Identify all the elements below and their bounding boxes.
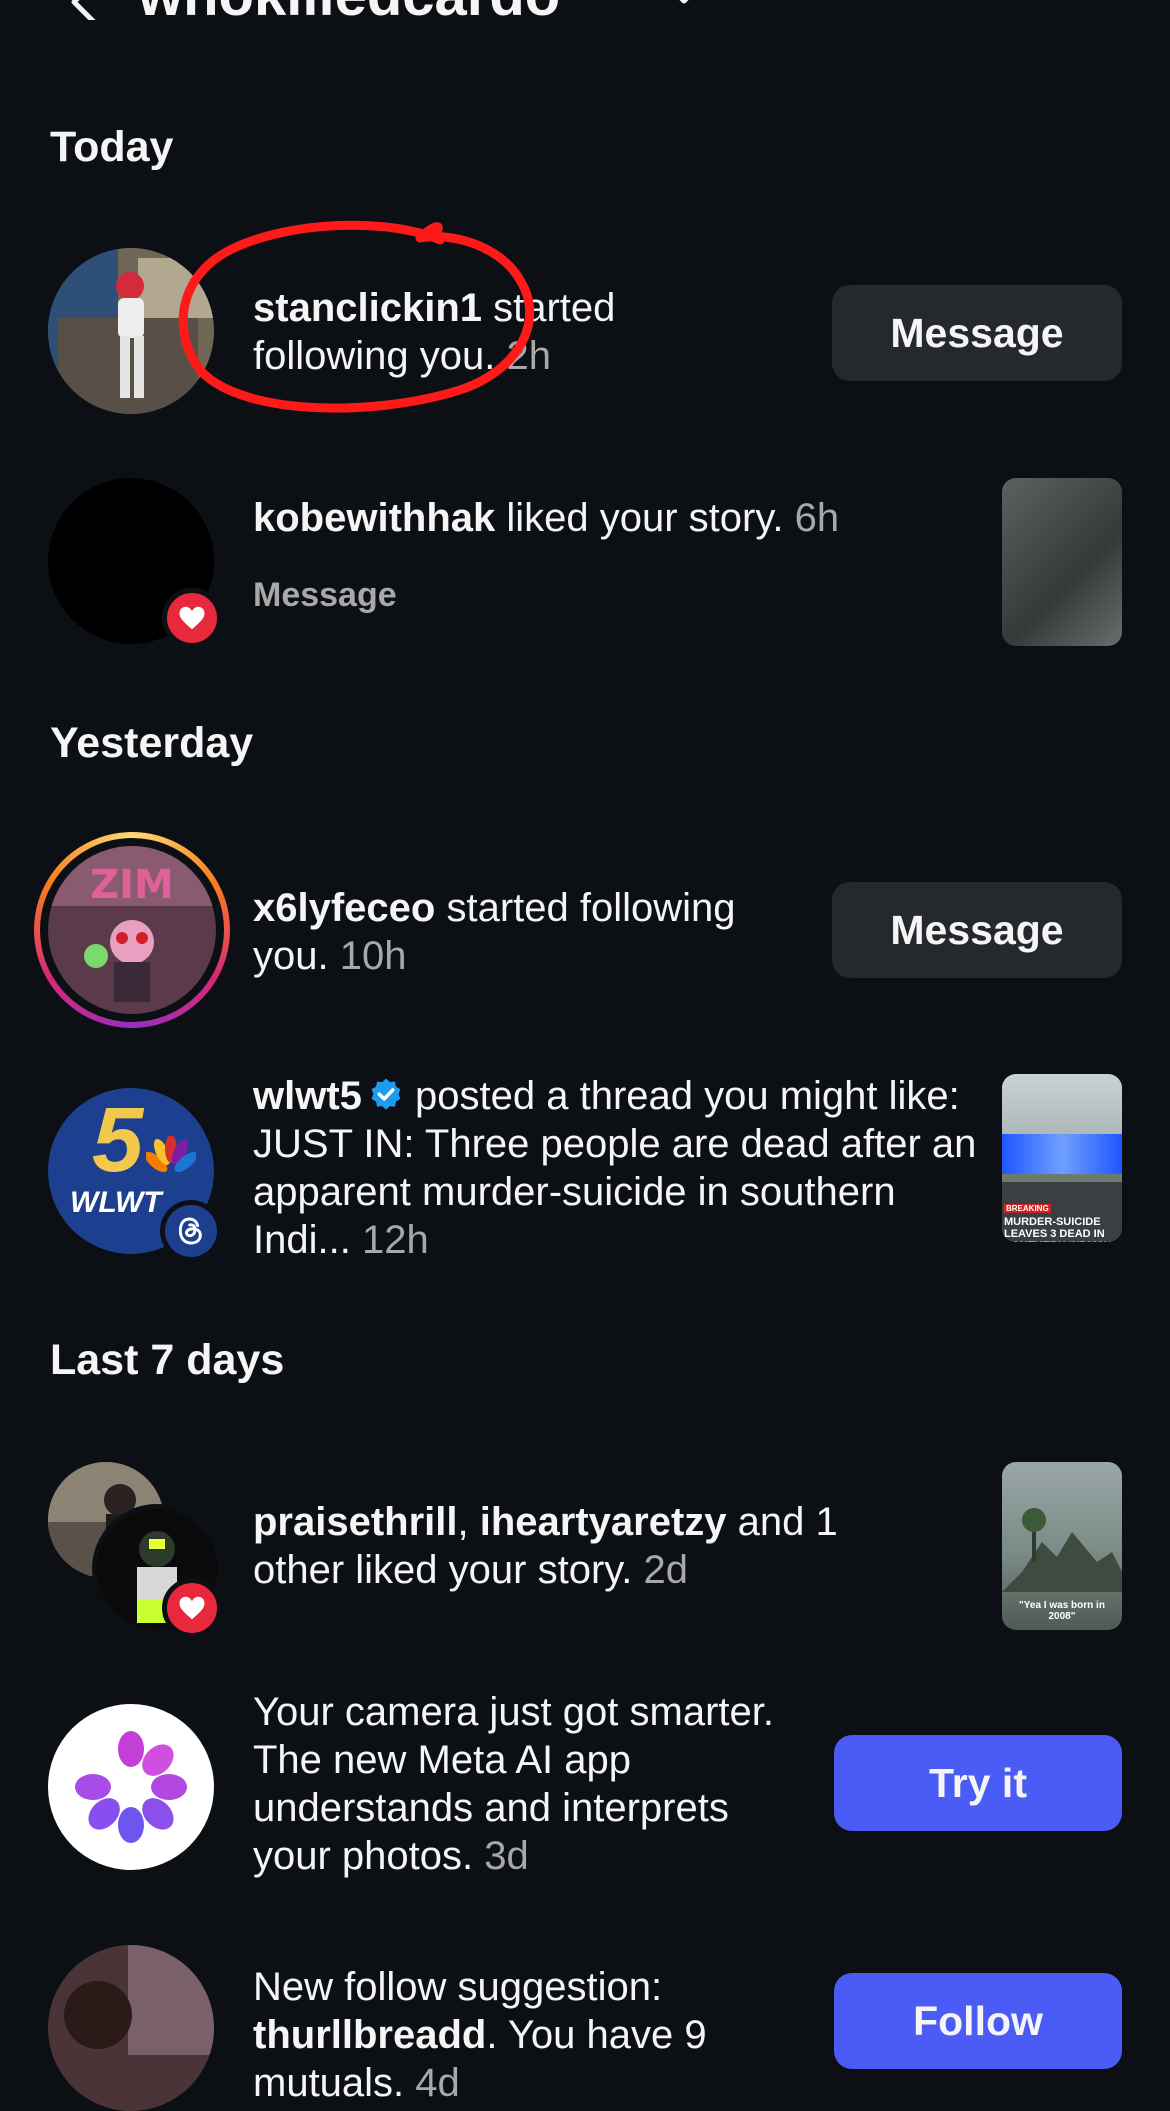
notification-text: kobewithhak liked your story. 6h xyxy=(253,496,840,540)
try-it-button[interactable]: Try it xyxy=(834,1735,1122,1831)
thumb-breaking-label: BREAKING xyxy=(1004,1204,1051,1213)
username[interactable]: praisethrill xyxy=(253,1500,458,1544)
thumb-caption: "Yea I was born in 2008" xyxy=(1019,1600,1105,1622)
meta-ai-icon xyxy=(75,1731,187,1843)
follow-button[interactable]: Follow xyxy=(834,1973,1122,2069)
story-thumbnail[interactable] xyxy=(1002,478,1122,646)
section-title-yesterday: Yesterday xyxy=(50,719,254,767)
notification-text: Your camera just got smarter. The new Me… xyxy=(253,1690,774,1878)
message-link[interactable]: Message xyxy=(253,576,397,615)
notification-row[interactable]: Your camera just got smarter. The new Me… xyxy=(0,1690,1170,1900)
avatar[interactable] xyxy=(48,1945,214,2111)
heart-badge xyxy=(162,1578,222,1638)
notification-row[interactable]: praisethrill, iheartyaretzy and 1 other … xyxy=(0,1460,1170,1640)
username[interactable]: x6lyfeceo xyxy=(253,886,435,930)
heart-badge xyxy=(162,588,222,648)
notification-text: New follow suggestion: thurllbreadd. You… xyxy=(253,1965,707,2105)
avatar[interactable]: ZIM xyxy=(48,846,216,1014)
annotation-circle xyxy=(178,220,535,413)
notification-text: x6lyfeceo started following you. 10h xyxy=(253,886,736,978)
header: whokilledcardo xyxy=(0,0,1170,40)
username[interactable]: thurllbreadd xyxy=(253,2013,486,2057)
account-name[interactable]: whokilledcardo xyxy=(138,0,560,26)
notification-row[interactable]: 5 WLWT wlwt5 posted a thread you might l… xyxy=(0,1070,1170,1270)
username[interactable]: wlwt5 xyxy=(253,1074,362,1118)
notification-text: praisethrill, iheartyaretzy and 1 other … xyxy=(253,1500,838,1592)
verified-badge-icon xyxy=(371,1078,401,1110)
logo-number: 5 xyxy=(92,1089,144,1191)
section-title-today: Today xyxy=(50,123,174,171)
threads-icon xyxy=(178,1217,202,1245)
message-button[interactable]: Message xyxy=(832,285,1122,381)
notification-row[interactable]: New follow suggestion: thurllbreadd. You… xyxy=(0,1945,1170,2111)
chevron-down-icon[interactable] xyxy=(670,0,698,8)
notification-row[interactable]: kobewithhak liked your story. 6h Message xyxy=(0,470,1170,660)
username[interactable]: iheartyaretzy xyxy=(480,1500,727,1544)
heart-icon xyxy=(179,1596,205,1620)
message-button[interactable]: Message xyxy=(832,882,1122,978)
thumb-caption: MURDER-SUICIDE LEAVES 3 DEAD IN SOUTHERN… xyxy=(1004,1216,1115,1242)
thread-thumbnail[interactable]: BREAKING MURDER-SUICIDE LEAVES 3 DEAD IN… xyxy=(1002,1074,1122,1242)
logo-text: WLWT xyxy=(70,1186,162,1219)
heart-icon xyxy=(179,606,205,630)
threads-badge xyxy=(160,1200,222,1262)
svg-text:ZIM: ZIM xyxy=(90,862,174,908)
story-ring[interactable]: ZIM xyxy=(34,832,230,1028)
notification-text: wlwt5 posted a thread you might like: JU… xyxy=(253,1074,977,1262)
notification-row[interactable]: ZIM x6lyfeceo started following you. 10h… xyxy=(0,830,1170,1030)
peacock-icon xyxy=(146,1136,196,1173)
story-thumbnail[interactable]: "Yea I was born in 2008" xyxy=(1002,1462,1122,1630)
username[interactable]: kobewithhak xyxy=(253,496,495,540)
back-arrow-icon[interactable] xyxy=(60,0,100,20)
section-title-last-7-days: Last 7 days xyxy=(50,1336,285,1384)
meta-ai-logo xyxy=(48,1704,214,1870)
